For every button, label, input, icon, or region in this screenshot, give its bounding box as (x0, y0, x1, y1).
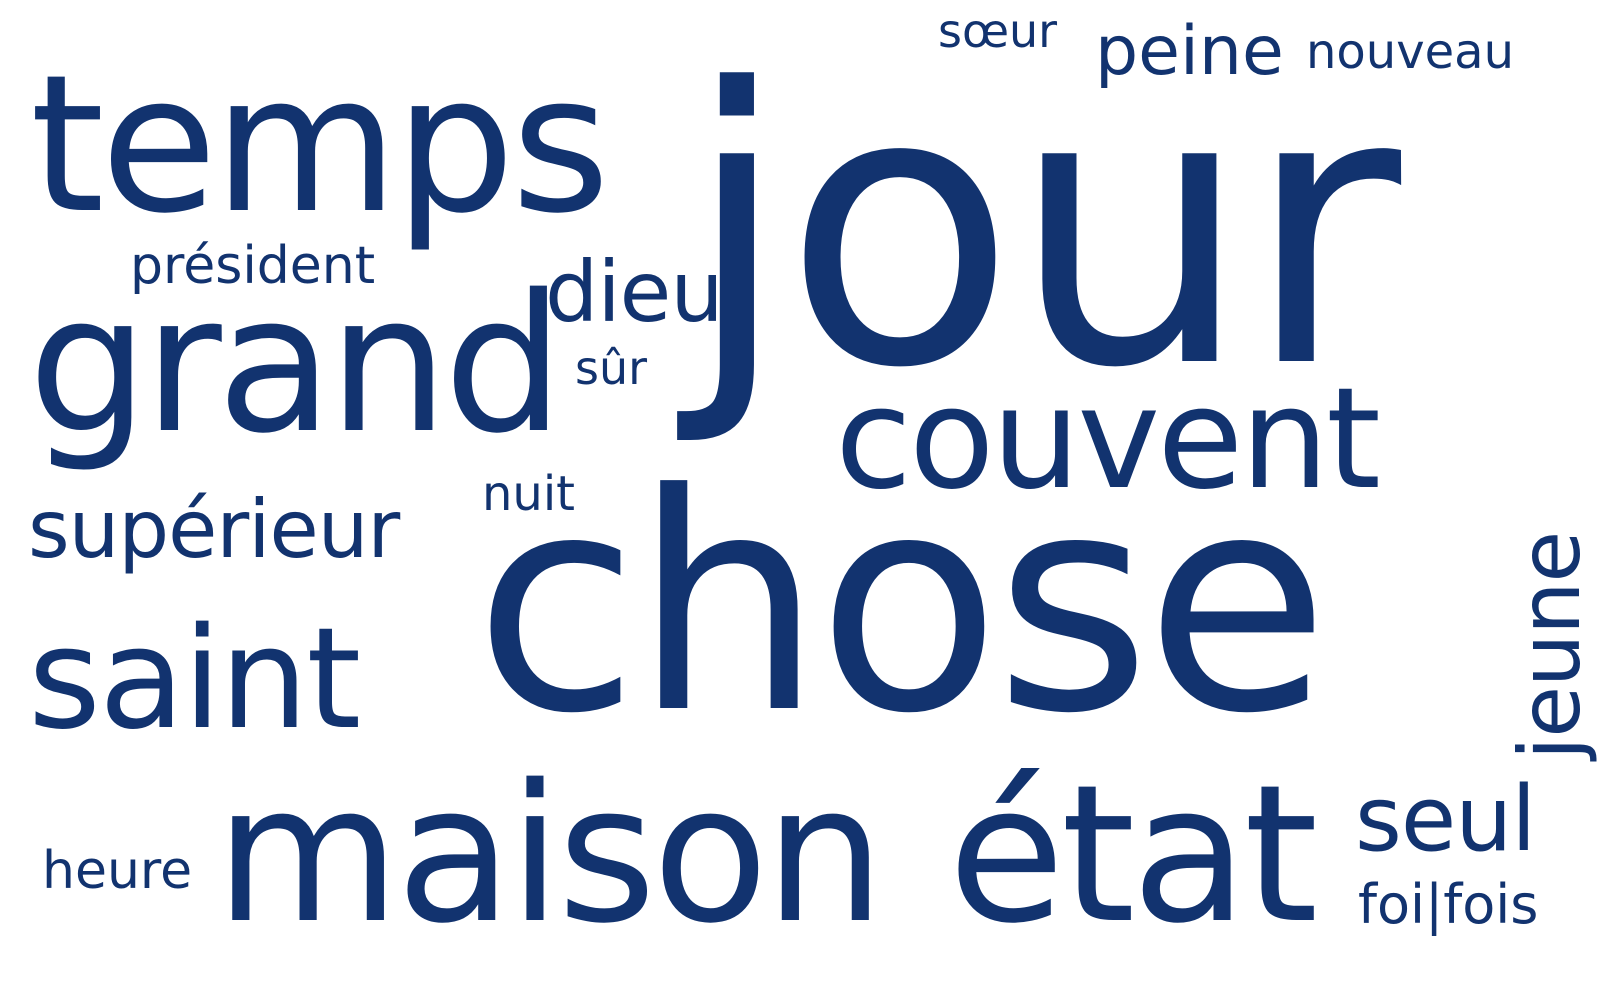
word-cloud: jour temps chose maison état grand saint… (0, 0, 1600, 1000)
word-nouveau: nouveau (1306, 24, 1514, 80)
word-nuit: nuit (482, 466, 575, 522)
word-jeune: jeune (1501, 531, 1599, 760)
word-temps: temps (30, 34, 610, 255)
word-heure: heure (42, 841, 193, 901)
word-sur: sûr (575, 341, 648, 395)
word-soeur: sœur (938, 4, 1058, 58)
word-peine: peine (1095, 12, 1284, 91)
word-saint: saint (28, 598, 361, 761)
word-dieu: dieu (545, 243, 724, 341)
word-seul: seul (1355, 767, 1536, 872)
word-couvent: couvent (835, 358, 1381, 521)
word-grand: grand (28, 254, 564, 475)
word-president: président (130, 236, 376, 296)
word-etat: état (948, 744, 1318, 965)
word-maison: maison (215, 744, 885, 965)
word-foi-fois: foi|fois (1358, 873, 1539, 936)
word-superieur: supérieur (28, 483, 400, 576)
